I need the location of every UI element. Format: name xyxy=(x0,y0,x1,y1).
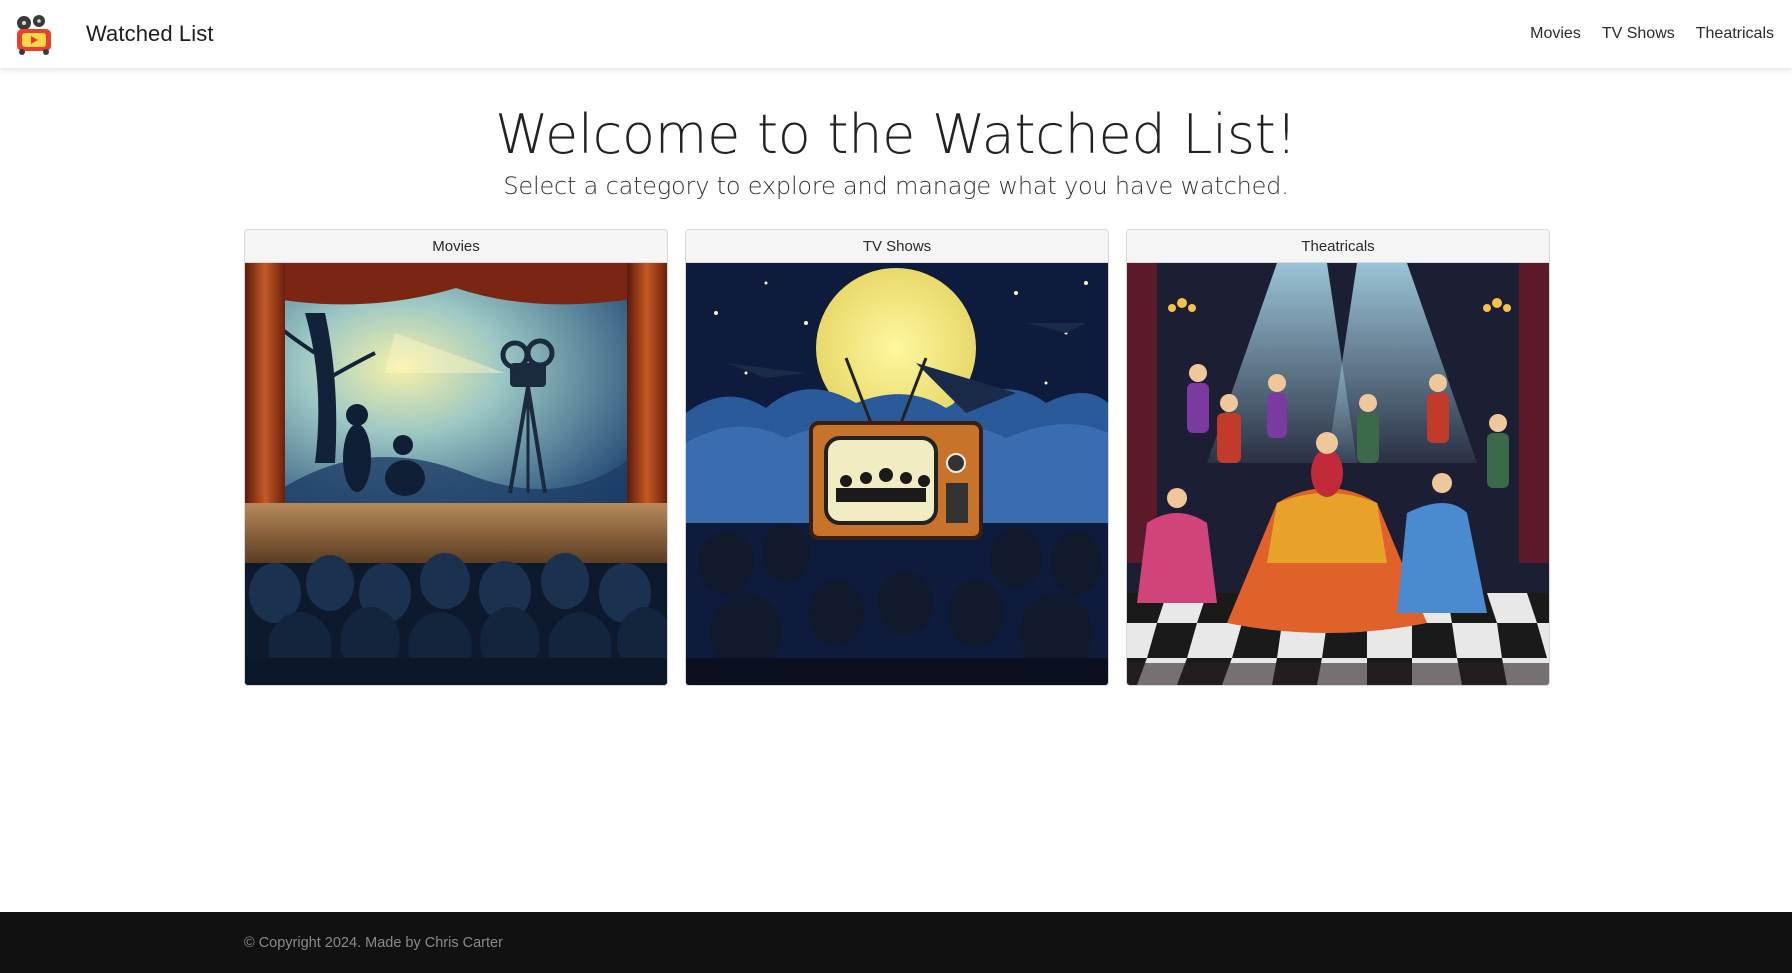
page-subtitle: Select a category to explore and manage … xyxy=(503,172,1289,200)
theater-dancers-illustration[interactable] xyxy=(1127,263,1549,685)
brand-link[interactable]: Watched List xyxy=(12,12,214,56)
nav-link-theatricals[interactable]: Theatricals xyxy=(1696,25,1774,43)
card-title: Movies xyxy=(245,230,667,263)
category-card-tv-shows[interactable]: TV Shows xyxy=(685,229,1109,686)
app-title: Watched List xyxy=(86,21,214,46)
page-title: Welcome to the Watched List! xyxy=(495,103,1297,166)
nav-links: Movies TV Shows Theatricals xyxy=(1509,0,1774,68)
category-cards: Movies TV Shows Theatricals xyxy=(244,229,1550,686)
navbar: Watched List Movies TV Shows Theatricals xyxy=(0,0,1792,68)
footer: © Copyright 2024. Made by Chris Carter xyxy=(0,912,1792,973)
card-title: TV Shows xyxy=(686,230,1108,263)
film-reel-play-icon xyxy=(12,12,56,56)
tv-audience-illustration[interactable] xyxy=(686,263,1108,685)
nav-link-tv-shows[interactable]: TV Shows xyxy=(1602,25,1675,43)
movie-theater-illustration[interactable] xyxy=(245,263,667,685)
nav-link-movies[interactable]: Movies xyxy=(1530,25,1581,43)
hero: Welcome to the Watched List! Select a ca… xyxy=(0,96,1792,200)
card-title: Theatricals xyxy=(1127,230,1549,263)
category-card-movies[interactable]: Movies xyxy=(244,229,668,686)
footer-copyright: © Copyright 2024. Made by Chris Carter xyxy=(244,934,503,951)
category-card-theatricals[interactable]: Theatricals xyxy=(1126,229,1550,686)
